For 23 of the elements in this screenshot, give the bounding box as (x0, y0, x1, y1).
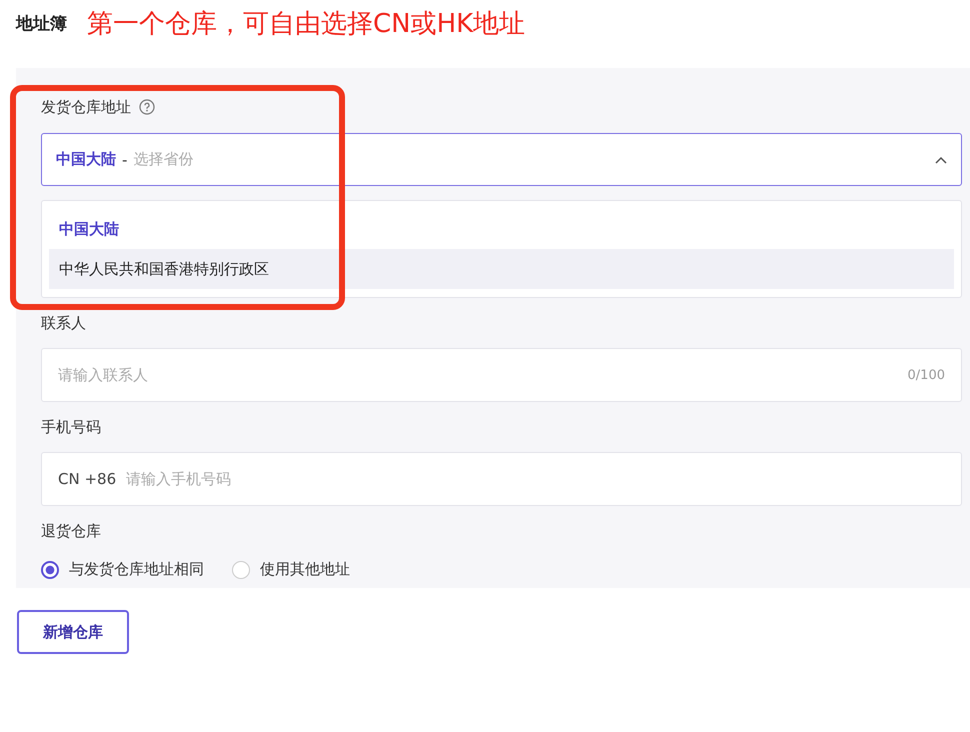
annotation-text: 第一个仓库，可自由选择CN或HK地址 (87, 8, 526, 40)
field-label: 发货仓库地址 (41, 98, 131, 116)
field-label: 退货仓库 (41, 522, 101, 540)
input-placeholder: 请输入联系人 (58, 366, 148, 384)
radio-label[interactable]: 使用其他地址 (260, 560, 350, 579)
select-value: 中国大陆 (56, 150, 116, 169)
character-counter: 0/100 (908, 368, 945, 382)
help-icon[interactable] (139, 99, 155, 115)
page-title: 地址簿 (16, 12, 67, 34)
add-warehouse-button[interactable]: 新增仓库 (17, 610, 129, 654)
province-select[interactable]: 中国大陆 - 选择省份 (41, 133, 962, 186)
phone-input[interactable]: CN +86 请输入手机号码 (41, 452, 962, 506)
radio-label[interactable]: 与发货仓库地址相同 (69, 560, 204, 579)
dropdown-option[interactable]: 中华人民共和国香港特别行政区 (49, 249, 954, 289)
input-placeholder: 请输入手机号码 (126, 470, 232, 488)
select-placeholder: 选择省份 (133, 150, 194, 169)
radio-button[interactable] (41, 560, 59, 578)
country-code: CN +86 (58, 470, 116, 488)
field-label: 手机号码 (41, 418, 101, 436)
dropdown-option[interactable]: 中国大陆 (49, 209, 954, 249)
separator-text: - (122, 150, 128, 168)
chevron-icon (935, 156, 947, 164)
field-label: 联系人 (41, 314, 86, 332)
